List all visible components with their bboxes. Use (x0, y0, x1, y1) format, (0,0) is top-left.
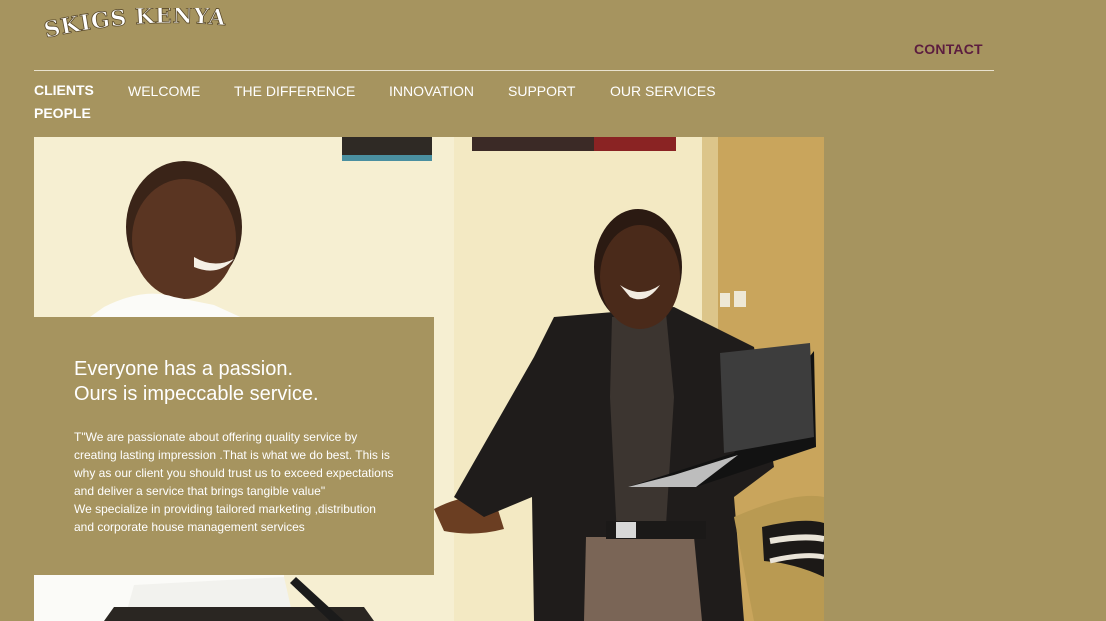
body-line: T"We are passionate about offering quali… (74, 430, 358, 444)
body-line: and deliver a service that brings tangib… (74, 484, 326, 498)
headline-line: Ours is impeccable service. (74, 383, 319, 405)
nav-item-the-difference[interactable]: THE DIFFERENCE (234, 83, 355, 99)
body-line: why as our client you should trust us to… (74, 466, 394, 480)
contact-link[interactable]: CONTACT (914, 41, 983, 57)
nav-item-people[interactable]: PEOPLE (34, 105, 91, 121)
tagline-panel: Everyone has a passion. Ours is impeccab… (34, 317, 434, 575)
tagline-body: T"We are passionate about offering quali… (74, 428, 402, 536)
header-divider (34, 70, 994, 71)
nav-item-welcome[interactable]: WELCOME (128, 83, 200, 99)
body-line: creating lasting impression .That is wha… (74, 448, 390, 462)
body-line: and corporate house management services (74, 520, 305, 534)
nav-item-clients[interactable]: CLIENTS (34, 82, 94, 98)
nav-item-support[interactable]: SUPPORT (508, 83, 575, 99)
tagline-headline: Everyone has a passion. Ours is impeccab… (74, 357, 414, 407)
main-nav: CLIENTS WELCOME THE DIFFERENCE INNOVATIO… (34, 80, 734, 126)
body-line: We specialize in providing tailored mark… (74, 502, 376, 516)
logo-text: SKIGS KENYA LTD (44, 8, 234, 44)
nav-item-innovation[interactable]: INNOVATION (389, 83, 474, 99)
logo[interactable]: SKIGS KENYA LTD (44, 8, 234, 48)
svg-text:SKIGS KENYA LTD: SKIGS KENYA LTD (44, 8, 234, 44)
page: SKIGS KENYA LTD CONTACT CLIENTS WELCOME … (0, 0, 1106, 621)
headline-line: Everyone has a passion. (74, 358, 294, 380)
logo-graphic: SKIGS KENYA LTD (44, 8, 234, 44)
nav-item-our-services[interactable]: OUR SERVICES (610, 83, 716, 99)
